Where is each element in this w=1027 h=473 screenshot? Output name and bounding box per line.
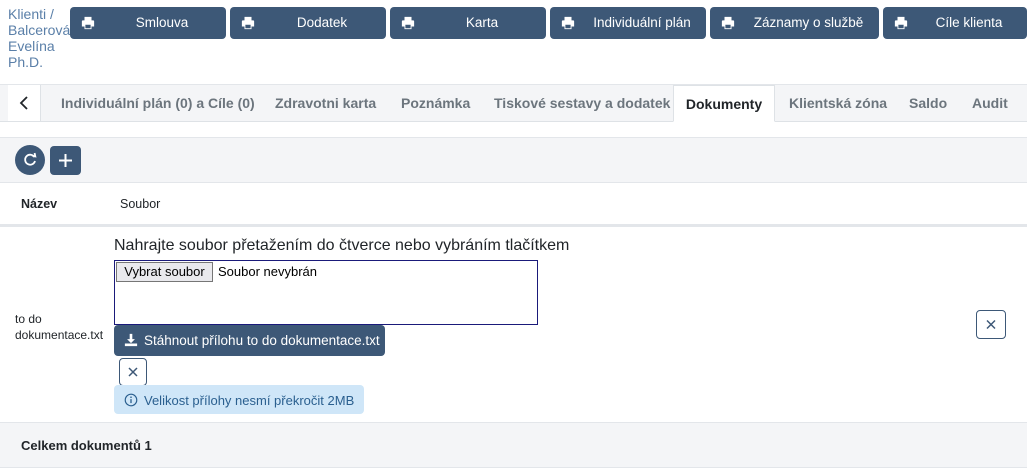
info-icon xyxy=(124,393,138,407)
breadcrumb: Klienti / Balcerová Evelína Ph.D. xyxy=(8,6,70,70)
breadcrumb-client-name-1: Balcerová xyxy=(8,22,71,38)
upload-instruction: Nahrajte soubor přetažením do čtverce ne… xyxy=(114,237,570,254)
printer-icon xyxy=(894,16,908,30)
add-document-button[interactable] xyxy=(50,146,81,175)
documents-total: Celkem dokumentů 1 xyxy=(21,438,152,453)
no-file-selected-text: Soubor nevybrán xyxy=(218,264,318,279)
chevron-left-icon xyxy=(19,96,28,110)
tab-balance[interactable]: Saldo xyxy=(909,85,947,121)
refresh-icon xyxy=(24,152,37,166)
download-label: Stáhnout přílohu to do dokumentace.txt xyxy=(144,333,380,348)
document-name-line-1: to do xyxy=(15,312,42,326)
toolbar xyxy=(0,137,1027,183)
tab-client-zone[interactable]: Klientská zóna xyxy=(789,85,887,121)
tab-documents[interactable]: Dokumenty xyxy=(673,85,775,122)
breadcrumb-root-link[interactable]: Klienti / xyxy=(8,6,70,22)
document-name-cell: to do dokumentace.txt xyxy=(15,311,103,343)
contract-button[interactable]: Smlouva xyxy=(70,7,226,39)
document-name-line-2: dokumentace.txt xyxy=(15,328,104,342)
table-footer xyxy=(0,422,1027,468)
breadcrumb-client-name-3: Ph.D. xyxy=(8,54,44,70)
plus-icon xyxy=(59,154,72,167)
refresh-button[interactable] xyxy=(15,145,45,175)
close-icon xyxy=(986,319,996,330)
file-size-info-text: Velikost přílohy nesmí překročit 2MB xyxy=(144,393,355,408)
download-attachment-button[interactable]: Stáhnout přílohu to do dokumentace.txt xyxy=(114,325,385,356)
card-button[interactable]: Karta xyxy=(390,7,546,39)
download-icon xyxy=(124,333,138,347)
service-records-label: Záznamy o službě xyxy=(753,15,864,30)
tab-health-card[interactable]: Zdravotni karta xyxy=(275,85,376,121)
close-icon xyxy=(128,367,138,377)
clear-file-button[interactable] xyxy=(119,358,147,386)
individual-plan-label: Individuální plán xyxy=(593,15,691,30)
service-records-button[interactable]: Záznamy o službě xyxy=(710,7,879,39)
tab-print-reports[interactable]: Tiskové sestavy a dodatek xyxy=(494,85,670,121)
printer-icon xyxy=(721,16,735,30)
tab-note[interactable]: Poznámka xyxy=(401,85,470,121)
amendment-button[interactable]: Dodatek xyxy=(230,7,386,39)
client-goals-label: Cíle klienta xyxy=(935,15,1003,30)
column-header-name[interactable]: Název xyxy=(21,197,57,211)
delete-document-button[interactable] xyxy=(976,310,1006,339)
breadcrumb-client-name-2: Evelína xyxy=(8,38,55,54)
column-header-file[interactable]: Soubor xyxy=(120,197,160,211)
contract-label: Smlouva xyxy=(135,15,189,30)
printer-icon xyxy=(81,16,95,30)
printer-icon xyxy=(401,16,415,30)
tab-audit[interactable]: Audit xyxy=(972,85,1008,121)
header-divider xyxy=(0,224,1027,227)
printer-icon xyxy=(241,16,255,30)
tabs-scroll-left-button[interactable] xyxy=(8,85,41,121)
card-label: Karta xyxy=(465,15,499,30)
printer-icon xyxy=(561,16,575,30)
choose-file-button[interactable]: Vybrat soubor xyxy=(116,262,213,282)
client-goals-button[interactable]: Cíle klienta xyxy=(883,7,1027,39)
amendment-label: Dodatek xyxy=(296,15,348,30)
tab-individual-plan[interactable]: Individuální plán (0) a Cíle (0) xyxy=(61,85,255,121)
file-size-info: Velikost přílohy nesmí překročit 2MB xyxy=(114,385,364,414)
individual-plan-button[interactable]: Individuální plán xyxy=(550,7,706,39)
